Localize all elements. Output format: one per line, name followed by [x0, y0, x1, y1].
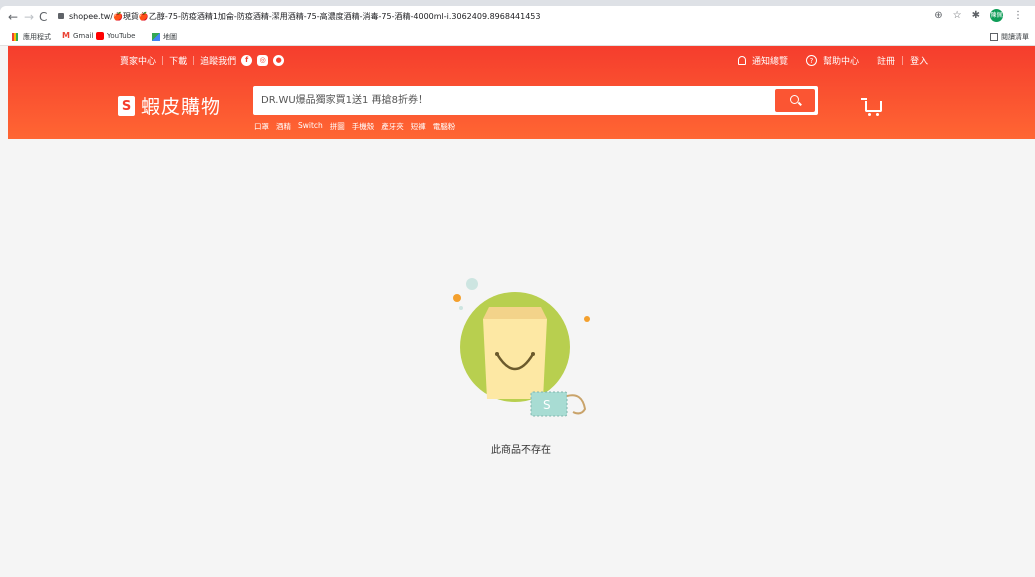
hint-link[interactable]: 口罩	[254, 121, 269, 132]
gmail-icon: M	[62, 31, 70, 40]
shopee-bag-icon: S	[118, 95, 135, 116]
reload-icon[interactable]: C	[39, 8, 47, 26]
notifications-link[interactable]: 通知總覽	[752, 54, 788, 67]
bookmark-star-icon[interactable]: ☆	[953, 10, 962, 21]
hint-link[interactable]: 產牙夾	[381, 121, 404, 132]
bookmark-label: Gmail	[73, 32, 94, 40]
hint-link[interactable]: 短褲	[411, 121, 426, 132]
hint-link[interactable]: 手機殼	[352, 121, 375, 132]
reading-list-label: 閱讀清單	[1001, 33, 1029, 41]
follow-us-label: 追蹤我們	[200, 57, 237, 67]
forward-icon[interactable]: →	[24, 8, 34, 26]
seller-center-link[interactable]: 賣家中心	[120, 54, 156, 67]
brand-name: 蝦皮購物	[141, 96, 222, 118]
divider: |	[901, 55, 905, 66]
profile-avatar[interactable]: 陳佩	[990, 9, 1003, 22]
download-link[interactable]: 下載	[169, 54, 187, 67]
svg-text:S: S	[543, 398, 551, 412]
bookmark-label: 地圖	[163, 33, 177, 41]
bookmark-label: YouTube	[107, 32, 136, 40]
facebook-icon[interactable]: f	[241, 55, 253, 66]
hint-link[interactable]: 電腦粉	[433, 121, 456, 132]
menu-icon[interactable]: ⋮	[1013, 10, 1023, 21]
line-icon[interactable]: ●	[273, 55, 285, 66]
hint-link[interactable]: Switch	[298, 121, 323, 132]
cart-icon[interactable]	[861, 98, 883, 118]
search-bar[interactable]: DR.WU爆品獨家買1送1 再搶8折券！	[253, 86, 818, 115]
bookmark-apps[interactable]: 應用程式	[12, 32, 51, 42]
top-navbar: 賣家中心 | 下載 | 追蹤我們 f ◎ ● 通知總覽 ? 幫助中心 註冊 | …	[8, 46, 1035, 74]
browser-toolbar: ← → C shopee.tw/🍎現貨🍎乙醇-75-防疫酒精1加侖-防疫酒精-潔…	[0, 6, 1035, 29]
empty-bag-illustration: S	[453, 278, 590, 417]
bookmark-maps[interactable]: 地圖	[152, 32, 177, 42]
search-input[interactable]: DR.WU爆品獨家買1送1 再搶8折券！	[261, 86, 428, 115]
search-icon	[790, 95, 799, 104]
youtube-icon	[96, 32, 104, 40]
zoom-icon[interactable]: ⊕	[934, 10, 942, 21]
help-center-link[interactable]: 幫助中心	[823, 54, 859, 67]
reading-list-icon	[990, 33, 998, 41]
instagram-icon[interactable]: ◎	[257, 55, 269, 66]
bookmark-gmail[interactable]: M Gmail	[62, 31, 94, 41]
hint-link[interactable]: 拼圖	[330, 121, 345, 132]
address-bar[interactable]: shopee.tw/🍎現貨🍎乙醇-75-防疫酒精1加侖-防疫酒精-潔用酒精-75…	[58, 8, 938, 26]
divider: |	[192, 55, 196, 66]
reading-list[interactable]: 閱讀清單	[990, 32, 1029, 42]
apps-icon	[12, 33, 20, 41]
extensions-icon[interactable]: ✱	[972, 10, 980, 21]
bell-icon[interactable]	[738, 56, 746, 65]
search-button[interactable]	[775, 89, 815, 112]
lock-icon[interactable]	[58, 12, 64, 19]
maps-icon	[152, 33, 160, 41]
divider: |	[161, 55, 165, 66]
login-link[interactable]: 登入	[910, 54, 928, 67]
hint-link[interactable]: 酒精	[276, 121, 291, 132]
search-hints: 口罩 酒精 Switch 拼圖 手機殼 產牙夾 短褲 電腦粉	[254, 121, 455, 132]
shopee-logo[interactable]: S 蝦皮購物	[118, 92, 221, 119]
shopee-header: 賣家中心 | 下載 | 追蹤我們 f ◎ ● 通知總覽 ? 幫助中心 註冊 | …	[8, 46, 1035, 139]
register-link[interactable]: 註冊	[877, 54, 895, 67]
product-not-found-message: 此商品不存在	[491, 445, 551, 456]
bookmarks-bar: 應用程式 M Gmail YouTube 地圖 閱讀清單	[0, 29, 1035, 46]
url-text: shopee.tw/🍎現貨🍎乙醇-75-防疫酒精1加侖-防疫酒精-潔用酒精-75…	[69, 12, 541, 21]
help-icon[interactable]: ?	[806, 55, 818, 66]
bookmark-youtube[interactable]: YouTube	[96, 32, 135, 40]
bookmark-label: 應用程式	[23, 33, 51, 41]
back-icon[interactable]: ←	[8, 8, 18, 26]
